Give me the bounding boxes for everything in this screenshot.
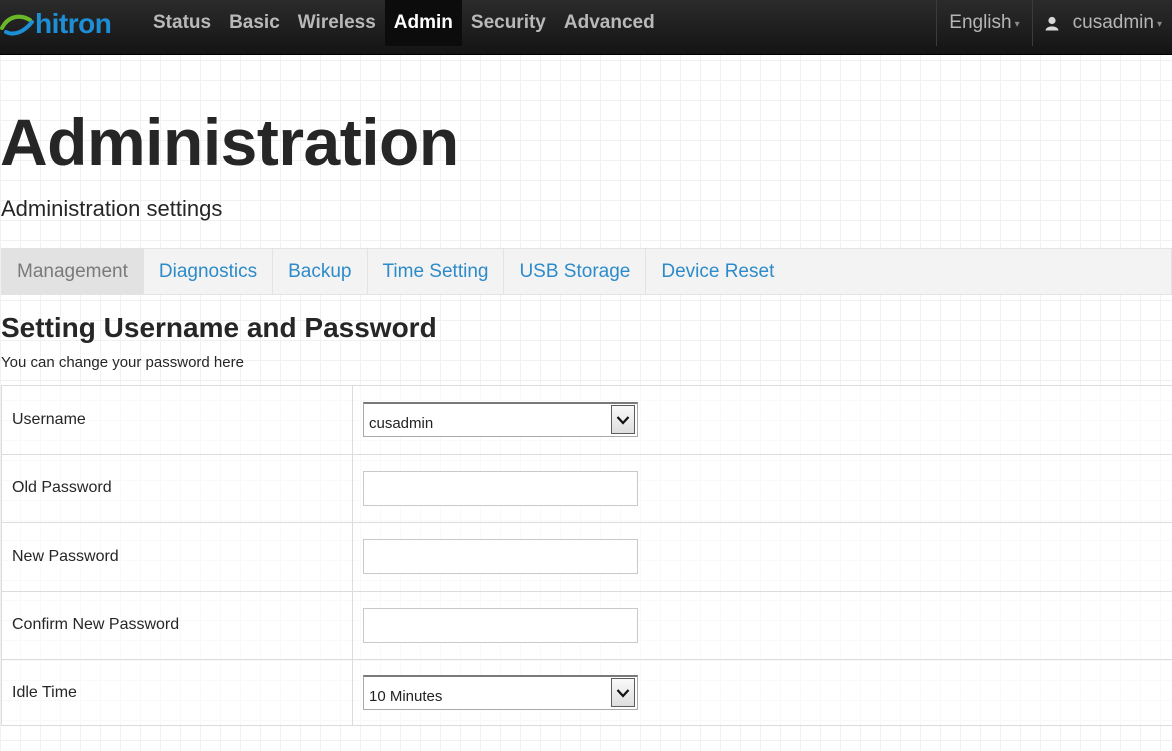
tab-backup[interactable]: Backup [273, 249, 368, 294]
nav-advanced[interactable]: Advanced [555, 0, 664, 46]
nav-status[interactable]: Status [144, 0, 220, 46]
caret-down-icon: ▾ [1156, 18, 1162, 30]
chevron-down-icon[interactable] [611, 405, 635, 435]
idle-time-label: Idle Time [2, 660, 353, 725]
confirm-password-label: Confirm New Password [2, 591, 353, 659]
confirm-password-input[interactable] [363, 607, 638, 643]
new-password-label: New Password [2, 523, 353, 591]
section-description: You can change your password here [1, 354, 244, 371]
form-row-old-password: Old Password [2, 454, 1172, 523]
nav-admin[interactable]: Admin [384, 0, 462, 46]
admin-tabs: Management Diagnostics Backup Time Setti… [1, 248, 1172, 295]
logo-text: hitron [35, 8, 112, 39]
tab-time-setting[interactable]: Time Setting [368, 249, 505, 294]
page-title: Administration [0, 105, 459, 179]
old-password-field-cell [353, 454, 1172, 522]
username-select[interactable]: cusadmin [363, 402, 638, 438]
chevron-down-icon[interactable] [611, 678, 635, 707]
top-navbar: hitron Status Basic Wireless Admin Secur… [0, 0, 1172, 55]
user-icon [1045, 16, 1059, 31]
section-title: Setting Username and Password [1, 312, 437, 343]
idle-time-select[interactable]: 10 Minutes [363, 675, 638, 710]
hitron-logo[interactable]: hitron [0, 8, 112, 40]
tab-diagnostics[interactable]: Diagnostics [144, 249, 274, 294]
tab-device-reset[interactable]: Device Reset [646, 249, 789, 294]
idle-time-field-cell: 10 Minutes [353, 660, 1172, 725]
nav-security[interactable]: Security [462, 0, 555, 46]
new-password-field-cell [353, 523, 1172, 591]
old-password-label: Old Password [2, 454, 353, 522]
form-row-confirm-password: Confirm New Password [2, 591, 1172, 660]
main-nav: Status Basic Wireless Admin Security Adv… [144, 0, 664, 46]
credentials-form: Username cusadmin Old Password New Passw… [1, 385, 1172, 726]
nav-basic[interactable]: Basic [220, 0, 289, 46]
hitron-swoosh-icon [0, 14, 34, 36]
user-name: cusadmin [1072, 12, 1154, 33]
old-password-input[interactable] [363, 470, 638, 506]
confirm-password-field-cell [353, 591, 1172, 659]
language-dropdown[interactable]: English ▾ [937, 0, 1031, 46]
new-password-input[interactable] [363, 539, 638, 575]
username-label: Username [2, 386, 353, 454]
username-select-value: cusadmin [369, 414, 434, 432]
tab-usb-storage[interactable]: USB Storage [504, 249, 647, 294]
page-subtitle: Administration settings [1, 196, 223, 221]
caret-down-icon: ▾ [1014, 18, 1020, 30]
idle-time-select-value: 10 Minutes [369, 687, 443, 705]
username-field-cell: cusadmin [353, 386, 1172, 454]
user-menu-dropdown[interactable]: cusadmin ▾ [1033, 0, 1172, 46]
language-label: English [949, 12, 1012, 33]
tab-management[interactable]: Management [2, 249, 144, 294]
form-row-new-password: New Password [2, 523, 1172, 592]
form-row-idle-time: Idle Time 10 Minutes [2, 660, 1172, 726]
nav-right: English ▾ cusadmin ▾ [936, 0, 1172, 46]
nav-wireless[interactable]: Wireless [289, 0, 385, 46]
form-row-username: Username cusadmin [2, 386, 1172, 455]
